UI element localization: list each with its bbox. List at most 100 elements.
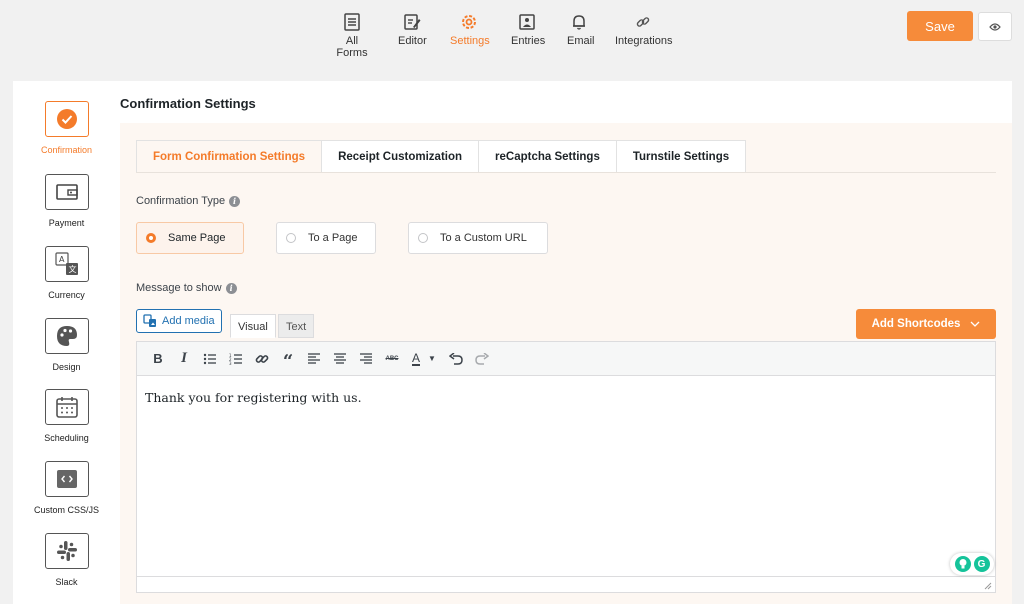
nav-label: Editor	[398, 35, 427, 47]
link-icon	[636, 17, 649, 27]
nav-label: Entries	[511, 35, 546, 47]
sidebar-item-label: Payment	[48, 218, 85, 228]
palette-icon	[56, 326, 77, 346]
tab-visual[interactable]: Visual	[230, 314, 276, 338]
radio-to-a-custom-url[interactable]: To a Custom URL	[408, 222, 548, 254]
info-icon[interactable]: i	[229, 195, 241, 207]
add-media-label: Add media	[162, 315, 215, 327]
chevron-down-icon	[970, 321, 980, 327]
bold-icon[interactable]: B	[145, 346, 171, 372]
add-shortcodes-button[interactable]: Add Shortcodes	[856, 309, 996, 339]
sidebar-item-label: Design	[52, 362, 81, 372]
sidebar-item-label: Currency	[48, 290, 85, 300]
resize-handle-icon[interactable]	[984, 582, 992, 590]
message-editor[interactable]: B I 123 “ ABC A ▼ Thank you for register…	[136, 341, 996, 593]
nav-all-forms[interactable]: All Forms	[331, 12, 373, 59]
svg-text:3: 3	[229, 361, 232, 365]
blockquote-icon[interactable]: “	[275, 346, 301, 372]
entries-icon	[519, 14, 535, 30]
code-icon	[56, 470, 77, 488]
strikethrough-icon[interactable]: ABC	[379, 346, 405, 372]
link-icon[interactable]	[249, 346, 275, 372]
tab-turnstile-settings[interactable]: Turnstile Settings	[616, 140, 747, 173]
sidebar-item-label: Confirmation	[40, 145, 93, 155]
editor-toolbar: B I 123 “ ABC A ▼	[137, 342, 995, 376]
undo-icon[interactable]	[443, 346, 469, 372]
sidebar-item-custom-css-js[interactable]: Custom CSS/JS	[13, 461, 120, 515]
grammarly-widget[interactable]: G	[950, 553, 994, 575]
sidebar-item-currency[interactable]: A文 Currency	[13, 246, 120, 300]
tab-receipt-customization[interactable]: Receipt Customization	[322, 140, 480, 173]
nav-label: Settings	[450, 35, 490, 47]
radio-to-a-page[interactable]: To a Page	[276, 222, 376, 254]
nav-editor[interactable]: Editor	[398, 12, 427, 47]
tab-recaptcha-settings[interactable]: reCaptcha Settings	[479, 140, 617, 173]
lightbulb-icon[interactable]	[954, 556, 971, 572]
eye-icon	[989, 22, 1001, 31]
gear-icon	[461, 15, 476, 29]
align-right-icon[interactable]	[353, 346, 379, 372]
tabs-divider	[136, 172, 996, 173]
info-icon[interactable]: i	[225, 282, 237, 294]
edit-icon	[403, 14, 420, 30]
radio-label: To a Custom URL	[440, 232, 527, 244]
settings-sidebar: Confirmation Payment A文 Currency Design …	[13, 81, 120, 604]
add-media-button[interactable]: Add media	[136, 309, 222, 333]
check-circle-icon	[56, 109, 77, 129]
numbered-list-icon[interactable]: 123	[223, 346, 249, 372]
radio-same-page[interactable]: Same Page	[136, 222, 244, 254]
sidebar-item-confirmation[interactable]: Confirmation	[13, 101, 120, 155]
sidebar-item-label: Scheduling	[44, 433, 89, 443]
editor-resize-bar[interactable]	[137, 576, 995, 592]
sidebar-icon-box	[44, 533, 89, 569]
grammarly-icon[interactable]: G	[973, 556, 990, 572]
settings-tabs: Form Confirmation Settings Receipt Custo…	[136, 140, 747, 173]
sidebar-item-label: Custom CSS/JS	[33, 505, 100, 515]
nav-settings[interactable]: Settings	[450, 12, 490, 47]
sidebar-icon-box	[44, 461, 89, 497]
align-left-icon[interactable]	[301, 346, 327, 372]
nav-integrations[interactable]: Integrations	[615, 12, 673, 47]
list-form-icon	[344, 13, 360, 31]
sidebar-icon-box	[44, 101, 89, 137]
sidebar-item-slack[interactable]: Slack	[13, 533, 120, 587]
nav-label: All Forms	[336, 35, 368, 59]
nav-email[interactable]: Email	[567, 12, 595, 47]
redo-icon[interactable]	[469, 346, 495, 372]
italic-icon[interactable]: I	[171, 346, 197, 372]
media-icon	[143, 314, 156, 327]
sidebar-item-design[interactable]: Design	[13, 318, 120, 372]
sidebar-item-label: Slack	[55, 577, 78, 587]
nav-label: Integrations	[615, 35, 673, 47]
sidebar-icon-box: A文	[44, 246, 89, 282]
top-navigation: All Forms Editor Settings Entries Email …	[0, 0, 1024, 62]
page-title: Confirmation Settings	[120, 96, 256, 111]
text-color-icon[interactable]: A ▼	[405, 346, 443, 372]
wallet-icon	[55, 184, 78, 200]
bullet-list-icon[interactable]	[197, 346, 223, 372]
calendar-icon	[55, 397, 78, 418]
nav-label: Email	[567, 35, 595, 47]
radio-label: Same Page	[168, 232, 226, 244]
message-label-text: Message to show	[136, 282, 222, 294]
sidebar-item-payment[interactable]: Payment	[13, 174, 120, 228]
sidebar-icon-box	[44, 318, 89, 354]
tab-form-confirmation-settings[interactable]: Form Confirmation Settings	[136, 140, 323, 173]
confirmation-type-text: Confirmation Type	[136, 195, 226, 207]
save-button[interactable]: Save	[907, 11, 973, 41]
preview-button[interactable]	[978, 12, 1012, 41]
radio-label: To a Page	[308, 232, 358, 244]
editor-content[interactable]: Thank you for registering with us.	[145, 390, 362, 405]
svg-text:文: 文	[68, 264, 76, 274]
align-center-icon[interactable]	[327, 346, 353, 372]
sidebar-item-scheduling[interactable]: Scheduling	[13, 389, 120, 443]
radio-unselected-icon	[418, 233, 428, 243]
nav-entries[interactable]: Entries	[511, 12, 546, 47]
message-label: Message to show i	[136, 282, 237, 294]
tab-text[interactable]: Text	[278, 314, 315, 338]
slack-icon	[56, 541, 77, 561]
svg-text:A: A	[59, 255, 65, 264]
radio-unselected-icon	[286, 233, 296, 243]
add-shortcodes-label: Add Shortcodes	[871, 318, 961, 330]
sidebar-icon-box	[44, 389, 89, 425]
